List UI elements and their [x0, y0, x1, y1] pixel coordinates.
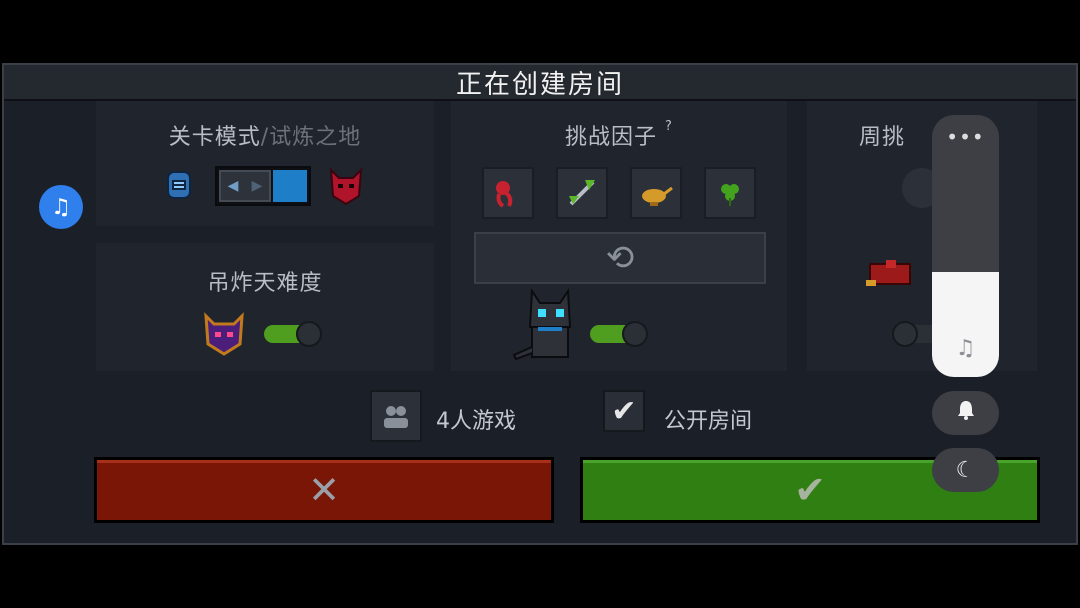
challenge-factor-3[interactable] [630, 167, 682, 219]
toggle-knob [892, 321, 918, 347]
more-options-icon[interactable]: ••• [932, 125, 999, 149]
music-note-icon: ♫ [955, 336, 976, 361]
demon-mask-icon [327, 166, 365, 206]
bell-icon [955, 399, 977, 427]
arrow-right-icon: ▶ [251, 178, 263, 194]
difficulty-heading: 吊炸天难度 [207, 271, 323, 296]
arrow-left-icon: ◀ [227, 178, 239, 194]
toggle-knob [296, 321, 322, 347]
music-note-icon: ♫ [51, 194, 71, 220]
mode-switch-thumb: ◀ ▶ [219, 170, 271, 202]
level-mode-heading: 关卡模式/试炼之地 [96, 119, 434, 151]
level-mode-panel: 关卡模式/试炼之地 [96, 101, 434, 226]
public-room-checkbox[interactable]: ✔ [603, 390, 645, 432]
challenge-factor-4[interactable] [704, 167, 756, 219]
refresh-icon: ⟲ [605, 238, 635, 278]
refresh-challenge-button[interactable]: ⟲ [474, 232, 766, 284]
mode-switch-active [273, 170, 307, 202]
player-count-label: 4人游戏 [436, 409, 516, 434]
magic-lamp-icon [642, 186, 673, 206]
help-icon[interactable]: ? [665, 119, 673, 134]
clover-icon [721, 184, 739, 206]
moon-icon: ☾ [955, 457, 976, 483]
players-icon [384, 406, 408, 428]
check-icon: ✔ [794, 468, 826, 512]
knight-helmet-icon [162, 168, 196, 204]
green-sword-icon [569, 180, 595, 206]
checkmark-icon: ✔ [611, 393, 637, 429]
ringer-button[interactable] [932, 391, 999, 435]
difficulty-panel: 吊炸天难度 [96, 243, 434, 371]
level-mode-switch[interactable]: ◀ ▶ [215, 166, 311, 206]
dialog-title: 正在创建房间 [4, 65, 1076, 101]
red-chest-icon [864, 256, 918, 290]
toggle-knob [622, 321, 648, 347]
black-cat-icon [508, 287, 588, 363]
level-mode-value: 试炼之地 [269, 125, 362, 150]
music-floating-button[interactable]: ♫ [39, 185, 83, 229]
do-not-disturb-button[interactable]: ☾ [932, 448, 999, 492]
challenge-factor-2[interactable] [556, 167, 608, 219]
red-tentacle-icon [496, 181, 513, 208]
volume-slider-fill [932, 272, 999, 377]
challenge-toggle[interactable] [590, 321, 650, 347]
difficulty-toggle[interactable] [264, 321, 324, 347]
public-room-label: 公开房间 [664, 409, 753, 434]
challenge-factor-1[interactable] [482, 167, 534, 219]
challenge-label: 挑战因子 [565, 125, 658, 150]
player-count-button[interactable] [370, 390, 422, 442]
level-mode-label: 关卡模式 [168, 125, 261, 150]
volume-slider[interactable]: ••• ♫ [932, 115, 999, 377]
close-icon: ✕ [308, 468, 340, 512]
purple-demon-icon [202, 310, 246, 356]
cancel-button[interactable]: ✕ [94, 457, 554, 523]
level-mode-separator: / [260, 125, 270, 150]
challenge-heading: 挑战因子 ? [451, 119, 787, 151]
